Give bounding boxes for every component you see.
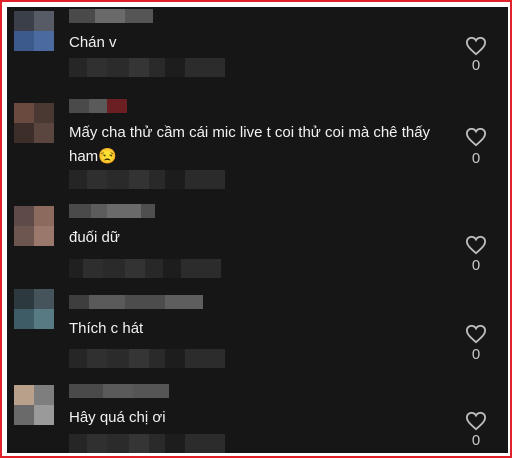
comment-meta-redacted <box>69 58 225 77</box>
avatar[interactable] <box>14 206 54 246</box>
username-redacted[interactable] <box>69 99 127 113</box>
username-redacted[interactable] <box>69 204 155 218</box>
avatar[interactable] <box>14 289 54 329</box>
username-redacted[interactable] <box>69 295 203 309</box>
comment-meta-redacted <box>69 259 221 278</box>
comment-text: Hây quá chị ơi <box>69 409 166 426</box>
like-count: 0 <box>471 150 481 167</box>
like-count: 0 <box>471 257 481 274</box>
heart-outline-icon[interactable] <box>465 127 487 147</box>
comment-meta-redacted <box>69 434 225 453</box>
avatar[interactable] <box>14 385 54 425</box>
like-count: 0 <box>471 57 481 74</box>
comment-meta-redacted <box>69 170 225 189</box>
like-count: 0 <box>471 432 481 449</box>
heart-outline-icon[interactable] <box>465 235 487 255</box>
comment-text: Thích c hát <box>69 320 144 337</box>
comments-panel: Chán v 0 Mấy cha thử cầm cái mic live t … <box>7 7 508 453</box>
avatar[interactable] <box>14 11 54 51</box>
comment-text: Mấy cha thử cầm cái mic live t coi thử c… <box>69 124 435 165</box>
heart-outline-icon[interactable] <box>465 411 487 431</box>
comment-text: đuối dữ <box>69 229 120 246</box>
avatar[interactable] <box>14 103 54 143</box>
username-redacted[interactable] <box>69 384 169 398</box>
screenshot-frame: Chán v 0 Mấy cha thử cầm cái mic live t … <box>0 0 512 458</box>
like-count: 0 <box>471 346 481 363</box>
comment-text: Chán v <box>69 34 117 51</box>
heart-outline-icon[interactable] <box>465 324 487 344</box>
username-redacted[interactable] <box>69 9 153 23</box>
heart-outline-icon[interactable] <box>465 36 487 56</box>
comment-meta-redacted <box>69 349 225 368</box>
